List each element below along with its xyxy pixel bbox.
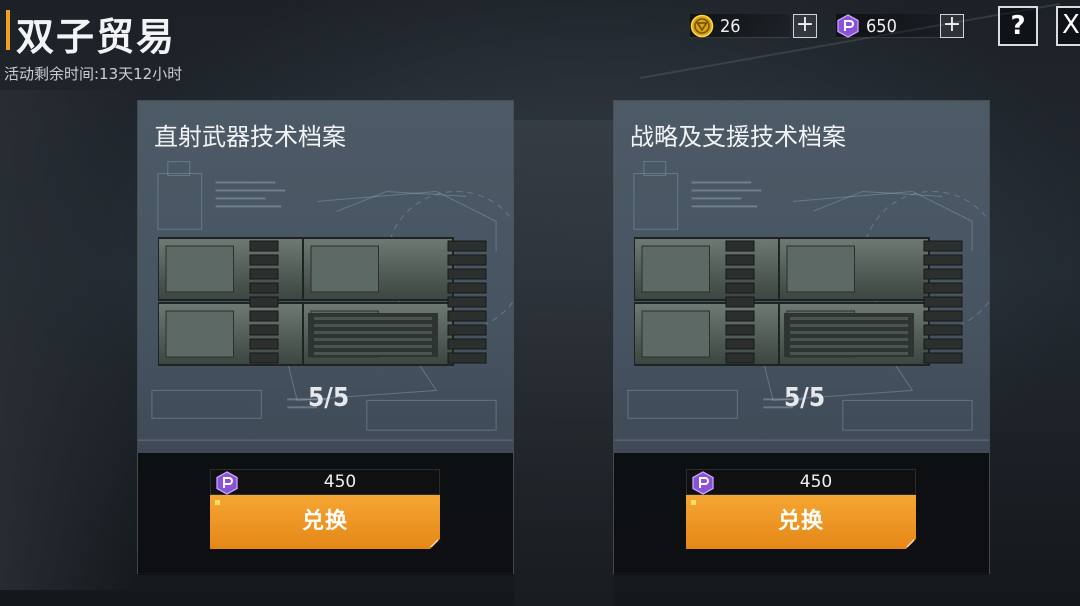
background-structure-center bbox=[514, 120, 614, 606]
gold-coin-amount: 26 bbox=[720, 15, 741, 37]
price-display: 450 bbox=[686, 469, 916, 495]
exchange-button[interactable]: 兑换 bbox=[686, 495, 916, 549]
purple-token-icon bbox=[216, 471, 238, 495]
exchange-button[interactable]: 兑换 bbox=[210, 495, 440, 549]
card-preview-panel: 战略及支援技术档案 5/5 bbox=[614, 101, 989, 453]
add-gold-button[interactable]: + bbox=[793, 14, 817, 38]
exchange-button-label: 兑换 bbox=[777, 509, 824, 534]
close-button[interactable]: X bbox=[1056, 6, 1080, 46]
purple-token-icon bbox=[837, 14, 859, 38]
purple-token-icon bbox=[692, 471, 714, 495]
background-structure-left bbox=[0, 90, 140, 590]
title-accent-bar bbox=[6, 10, 10, 50]
card-preview-panel: 直射武器技术档案 5/5 bbox=[138, 101, 513, 453]
trade-card-strategy-support: 战略及支援技术档案 5/5 450 兑换 bbox=[613, 100, 990, 575]
card-title: 战略及支援技术档案 bbox=[630, 123, 846, 151]
button-corner-dot bbox=[215, 500, 220, 505]
add-purple-token-button[interactable]: + bbox=[940, 14, 964, 38]
purple-token-amount: 650 bbox=[866, 15, 897, 37]
price-display: 450 bbox=[210, 469, 440, 495]
currency-gold: 26 bbox=[690, 12, 790, 40]
tech-archive-crate-image bbox=[158, 237, 487, 366]
stock-count: 5/5 bbox=[784, 383, 826, 413]
exchange-button-label: 兑换 bbox=[301, 509, 348, 534]
gold-coin-icon bbox=[690, 14, 714, 38]
tech-archive-crate-image bbox=[634, 237, 963, 366]
button-corner-dot bbox=[691, 500, 696, 505]
stock-count: 5/5 bbox=[308, 383, 350, 413]
trade-card-direct-fire: 直射武器技术档案 5/5 450 兑换 bbox=[137, 100, 514, 575]
help-button[interactable]: ? bbox=[998, 6, 1038, 46]
card-title: 直射武器技术档案 bbox=[154, 123, 346, 151]
currency-purple: 650 bbox=[836, 12, 940, 40]
page-title: 双子贸易 bbox=[16, 15, 177, 59]
price-amount: 450 bbox=[799, 472, 833, 492]
price-amount: 450 bbox=[323, 472, 357, 492]
event-remaining-time: 活动剩余时间:13天12小时 bbox=[4, 65, 183, 83]
